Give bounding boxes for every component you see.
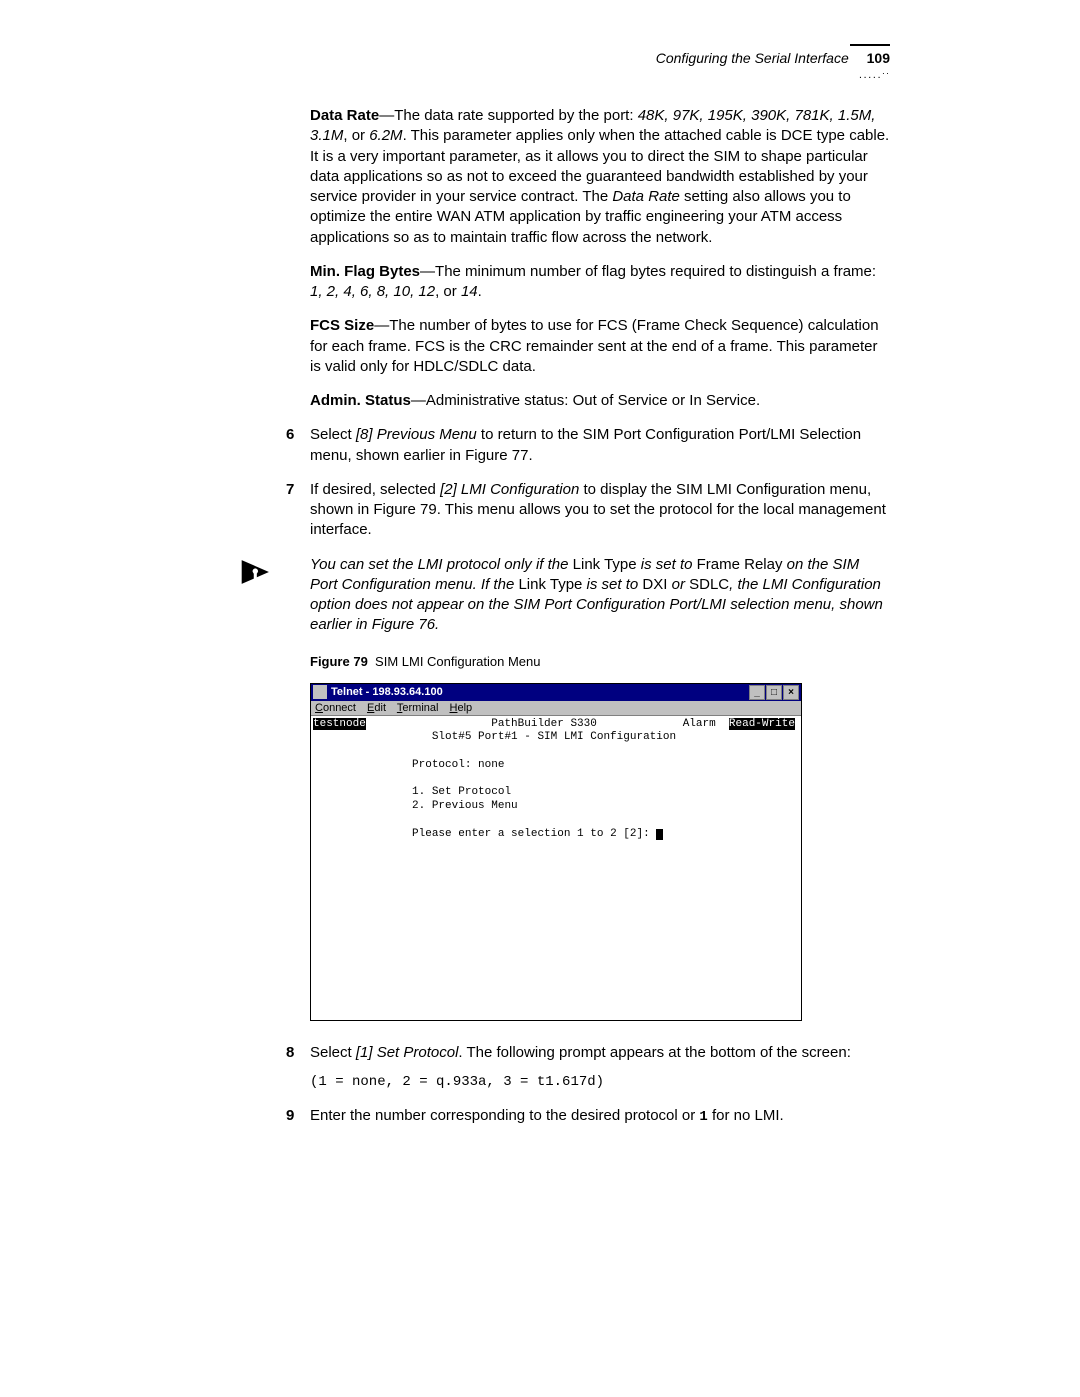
val-last: 6.2M	[369, 127, 402, 144]
key-value: 1	[699, 1109, 707, 1125]
prompt-text: Please enter a selection 1 to 2 [2]:	[412, 828, 656, 840]
para-minflag: Min. Flag Bytes—The minimum number of fl…	[310, 262, 890, 303]
step-number: 7	[286, 480, 294, 500]
text: —The minimum number of flag bytes requir…	[420, 263, 876, 280]
terminal-body[interactable]: testnode PathBuilder S330 Alarm Read-Wri…	[311, 716, 801, 1020]
telnet-window: Telnet - 198.93.64.100 _ □ × Connect Edi…	[310, 683, 802, 1021]
text: —The data rate supported by the port:	[379, 107, 638, 124]
para-datarate: Data Rate—The data rate supported by the…	[310, 106, 890, 248]
maximize-button[interactable]: □	[766, 685, 782, 700]
step-number: 9	[286, 1106, 294, 1126]
text: .	[478, 283, 482, 300]
text: , or	[435, 283, 461, 300]
step-9: 9 Enter the number corresponding to the …	[310, 1106, 890, 1127]
header-rule	[850, 44, 890, 46]
term-minflag: Min. Flag Bytes	[310, 263, 420, 280]
menu-ref: [1] Set Protocol	[356, 1044, 459, 1061]
minimize-button[interactable]: _	[749, 685, 765, 700]
menu-option-2: 2. Previous Menu	[412, 800, 518, 812]
term-italic: Data Rate	[612, 188, 680, 205]
figure-label: Figure 79 SIM LMI Configuration Menu	[310, 654, 890, 669]
text: Select	[310, 426, 356, 443]
protocol-line: Protocol: none	[412, 759, 504, 771]
close-button[interactable]: ×	[783, 685, 799, 700]
text: —Administrative status: Out of Service o…	[411, 392, 760, 409]
node-name: testnode	[313, 718, 366, 730]
text: Select	[310, 1044, 356, 1061]
note: You can set the LMI protocol only if the…	[270, 555, 890, 636]
header-dots: ·······	[859, 68, 890, 84]
menu-terminal[interactable]: Terminal	[397, 702, 439, 714]
step-number: 8	[286, 1043, 294, 1063]
text: for no LMI.	[708, 1107, 784, 1124]
para-admin: Admin. Status—Administrative status: Out…	[310, 391, 890, 411]
step-number: 6	[286, 425, 294, 445]
menu-option-1: 1. Set Protocol	[412, 786, 511, 798]
page: Configuring the Serial Interface 109 ···…	[0, 0, 1080, 1191]
system-menu-icon[interactable]	[313, 685, 327, 699]
figure-number: Figure 79	[310, 654, 368, 669]
step-8: 8 Select [1] Set Protocol. The following…	[310, 1043, 890, 1063]
code-line: (1 = none, 2 = q.933a, 3 = t1.617d)	[310, 1073, 890, 1092]
content: Data Rate—The data rate supported by the…	[310, 106, 890, 1127]
text: , or	[343, 127, 369, 144]
vals-minflag: 1, 2, 4, 6, 8, 10, 12	[310, 283, 435, 300]
page-header: Configuring the Serial Interface 109 ···…	[200, 50, 890, 66]
note-text: You can set the LMI protocol only if the…	[310, 555, 890, 636]
alarm-label: Alarm	[683, 718, 716, 730]
screen-subtitle: Slot#5 Port#1 - SIM LMI Configuration	[432, 731, 676, 743]
term-fcs: FCS Size	[310, 317, 374, 334]
mode-badge: Read-Write	[729, 718, 795, 730]
text: If desired, selected	[310, 481, 440, 498]
cursor-icon	[656, 829, 663, 840]
figure-caption: SIM LMI Configuration Menu	[375, 654, 540, 669]
text: —The number of bytes to use for FCS (Fra…	[310, 317, 879, 375]
menu-ref: [2] LMI Configuration	[440, 481, 579, 498]
val-last: 14	[461, 283, 478, 300]
term-datarate: Data Rate	[310, 107, 379, 124]
menubar[interactable]: Connect Edit Terminal Help	[311, 701, 801, 716]
page-number: 109	[867, 50, 890, 66]
window-title: Telnet - 198.93.64.100	[331, 686, 443, 698]
text: . The following prompt appears at the bo…	[458, 1044, 850, 1061]
term-admin: Admin. Status	[310, 392, 411, 409]
text: Enter the number corresponding to the de…	[310, 1107, 699, 1124]
menu-connect[interactable]: Connect	[315, 702, 356, 714]
menu-help[interactable]: Help	[450, 702, 473, 714]
header-section: Configuring the Serial Interface	[656, 50, 849, 66]
info-arrow-icon	[240, 555, 274, 593]
step-7: 7 If desired, selected [2] LMI Configura…	[310, 480, 890, 541]
titlebar[interactable]: Telnet - 198.93.64.100 _ □ ×	[311, 684, 801, 701]
menu-edit[interactable]: Edit	[367, 702, 386, 714]
para-fcs: FCS Size—The number of bytes to use for …	[310, 316, 890, 377]
menu-ref: [8] Previous Menu	[356, 426, 477, 443]
step-6: 6 Select [8] Previous Menu to return to …	[310, 425, 890, 466]
product-name: PathBuilder S330	[491, 718, 597, 730]
